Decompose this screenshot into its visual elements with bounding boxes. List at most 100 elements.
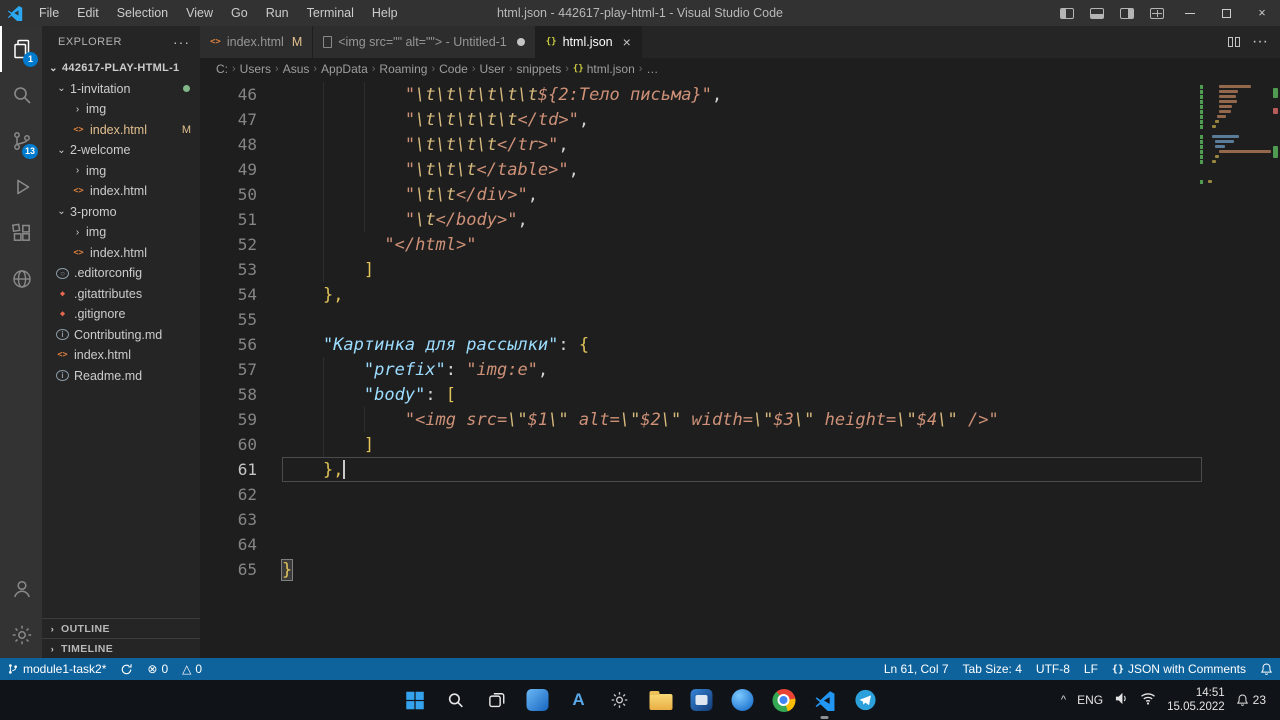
menu-run[interactable]: Run [257, 0, 298, 26]
minimize-button[interactable] [1172, 0, 1208, 26]
code-line-51[interactable]: 51 " \t </body>", [200, 207, 1202, 232]
status-cursor-position[interactable]: Ln 61, Col 7 [877, 658, 956, 680]
breadcrumb-user[interactable]: User [479, 62, 504, 76]
taskbar-vscode-icon[interactable] [812, 687, 838, 713]
menu-file[interactable]: File [30, 0, 68, 26]
speaker-icon[interactable] [1114, 692, 1129, 708]
status-warnings[interactable]: △ 0 [175, 658, 209, 680]
breadcrumb-users[interactable]: Users [240, 62, 271, 76]
tree-item-gitignore[interactable]: ◆ .gitignore [42, 304, 200, 325]
activity-source-control-icon[interactable]: 13 [0, 118, 42, 164]
code-line-46[interactable]: 46 " \t\t\t\t\t\t ${2:Тело письма}", [200, 82, 1202, 107]
split-editor-icon[interactable] [1228, 37, 1241, 47]
code-line-57[interactable]: 57 "prefix": "img:e", [200, 357, 1202, 382]
code-line-47[interactable]: 47 " \t\t\t\t\t </td>", [200, 107, 1202, 132]
code-line-55[interactable]: 55 [200, 307, 1202, 332]
activity-accounts-icon[interactable] [0, 566, 42, 612]
customize-layout-icon[interactable] [1142, 0, 1172, 26]
breadcrumb-code[interactable]: Code [439, 62, 468, 76]
toggle-panel-icon[interactable] [1082, 0, 1112, 26]
tree-item-img[interactable]: › img [42, 99, 200, 120]
code-line-49[interactable]: 49 " \t\t\t </table>", [200, 157, 1202, 182]
code-line-63[interactable]: 63 [200, 507, 1202, 532]
code-line-64[interactable]: 64 [200, 532, 1202, 557]
activity-run-debug-icon[interactable] [0, 164, 42, 210]
tree-item-gitattributes[interactable]: ◆ .gitattributes [42, 284, 200, 305]
tree-item-index-html[interactable]: <> index.html [42, 181, 200, 202]
taskbar-search-icon[interactable] [443, 687, 469, 713]
activity-extensions-icon[interactable] [0, 210, 42, 256]
tab-html-json[interactable]: {} html.json × [535, 26, 642, 58]
status-errors[interactable]: ⊗ 0 [140, 658, 175, 680]
tab-index-html[interactable]: <> index.html M [200, 26, 314, 58]
status-eol[interactable]: LF [1077, 658, 1105, 680]
taskbar-telegram-icon[interactable] [853, 687, 879, 713]
status-tab-size[interactable]: Tab Size: 4 [956, 658, 1029, 680]
menu-selection[interactable]: Selection [108, 0, 177, 26]
tree-item-1-invitation[interactable]: ⌄ 1-invitation [42, 79, 200, 100]
menu-help[interactable]: Help [363, 0, 407, 26]
status-language-mode[interactable]: {} JSON with Comments [1105, 658, 1253, 680]
activity-explorer-icon[interactable]: 1 [0, 26, 42, 72]
outline-panel-header[interactable]: › OUTLINE [42, 618, 200, 638]
code-line-61[interactable]: 61 }, [200, 457, 1202, 482]
breadcrumb-c[interactable]: C: [216, 62, 228, 76]
tree-item-index-html[interactable]: <> index.html [42, 345, 200, 366]
status-sync[interactable] [113, 658, 140, 680]
tree-root-folder[interactable]: ⌄ 442617-PLAY-HTML-1 [42, 58, 200, 79]
close-button[interactable]: × [1244, 0, 1280, 26]
code-line-52[interactable]: 52 "</html>" [200, 232, 1202, 257]
tree-item-2-welcome[interactable]: ⌄ 2-welcome [42, 140, 200, 161]
taskbar-app-blue-icon[interactable] [689, 687, 715, 713]
toggle-primary-sidebar-icon[interactable] [1052, 0, 1082, 26]
menu-view[interactable]: View [177, 0, 222, 26]
taskbar-file-explorer-icon[interactable] [648, 687, 674, 713]
tree-item-contributing-md[interactable]: i Contributing.md [42, 325, 200, 346]
activity-settings-icon[interactable] [0, 612, 42, 658]
minimap[interactable] [1200, 84, 1271, 184]
code-line-59[interactable]: 59 "<img src= \" $1 \" alt= \" $2 \" width= \" $… [200, 407, 1202, 432]
status-branch[interactable]: module1-task2* [0, 658, 113, 680]
taskbar-task-view-icon[interactable] [484, 687, 510, 713]
breadcrumb-snippets[interactable]: snippets [517, 62, 562, 76]
taskbar-start-icon[interactable] [402, 687, 428, 713]
maximize-button[interactable] [1208, 0, 1244, 26]
tree-item-img[interactable]: › img [42, 222, 200, 243]
overview-ruler[interactable] [1270, 80, 1280, 658]
taskbar-clock[interactable]: 14:51 15.05.2022 [1167, 686, 1225, 714]
activity-remote-explorer-icon[interactable] [0, 256, 42, 302]
more-actions-icon[interactable]: ··· [1252, 33, 1268, 51]
taskbar-settings-icon[interactable] [607, 687, 633, 713]
code-line-50[interactable]: 50 " \t\t </div>", [200, 182, 1202, 207]
breadcrumb-roaming[interactable]: Roaming [379, 62, 427, 76]
taskbar-widgets-icon[interactable] [525, 687, 551, 713]
close-tab-icon[interactable]: × [623, 35, 631, 49]
tree-item-index-html[interactable]: <> index.html M [42, 120, 200, 141]
menu-edit[interactable]: Edit [68, 0, 108, 26]
breadcrumb-asus[interactable]: Asus [283, 62, 310, 76]
tab-img-src-alt-untitled-1[interactable]: <img src="" alt=""> - Untitled-1 [313, 26, 536, 58]
breadcrumb-html-json[interactable]: {} html.json [573, 62, 635, 76]
status-notifications[interactable] [1253, 658, 1280, 680]
tree-item-readme-md[interactable]: i Readme.md [42, 366, 200, 387]
code-line-56[interactable]: 56 "Картинка для рассылки": { [200, 332, 1202, 357]
hidden-icons-chevron-icon[interactable]: ^ [1061, 694, 1066, 706]
code-line-53[interactable]: 53 ] [200, 257, 1202, 282]
input-language[interactable]: ENG [1077, 693, 1103, 707]
taskbar-app-a-icon[interactable]: A [566, 687, 592, 713]
taskbar-app-circle-icon[interactable] [730, 687, 756, 713]
taskbar-chrome-icon[interactable] [771, 687, 797, 713]
breadcrumb-item[interactable]: … [646, 62, 658, 76]
notification-center[interactable]: 23 [1236, 693, 1266, 707]
toggle-secondary-sidebar-icon[interactable] [1112, 0, 1142, 26]
code-line-62[interactable]: 62 [200, 482, 1202, 507]
tree-item-3-promo[interactable]: ⌄ 3-promo [42, 202, 200, 223]
tree-item-editorconfig[interactable]: ○ .editorconfig [42, 263, 200, 284]
menu-go[interactable]: Go [222, 0, 257, 26]
code-line-58[interactable]: 58 "body": [ [200, 382, 1202, 407]
tree-item-img[interactable]: › img [42, 161, 200, 182]
code-line-60[interactable]: 60 ] [200, 432, 1202, 457]
tree-item-index-html[interactable]: <> index.html [42, 243, 200, 264]
code-line-48[interactable]: 48 " \t\t\t\t </tr>", [200, 132, 1202, 157]
menu-terminal[interactable]: Terminal [298, 0, 363, 26]
